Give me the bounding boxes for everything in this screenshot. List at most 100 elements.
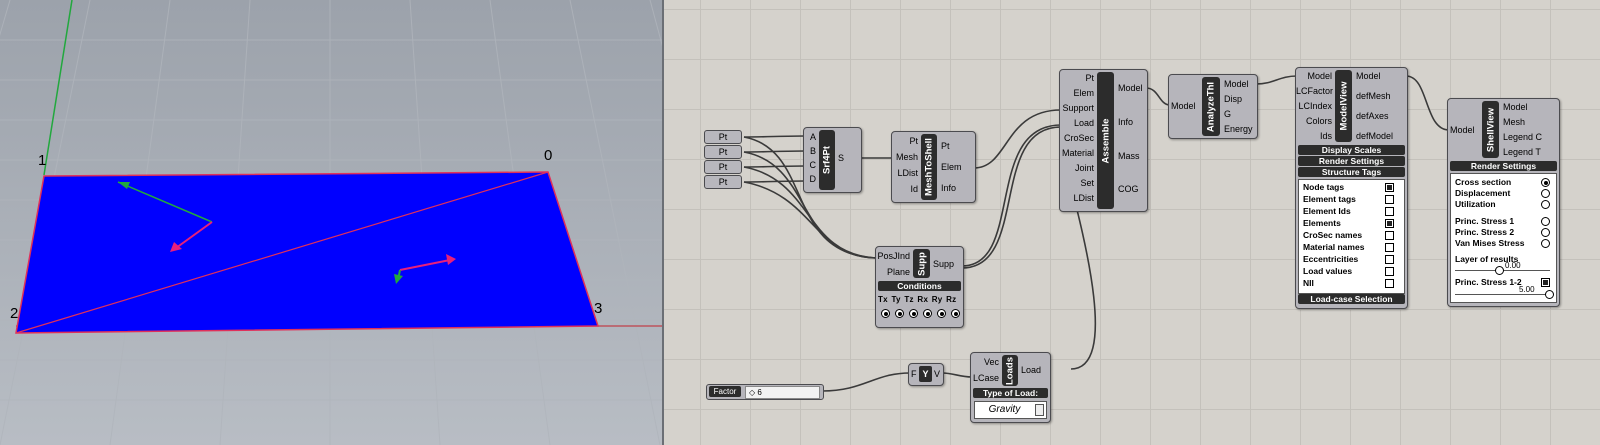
unit-y-name[interactable]: Y: [919, 366, 932, 382]
princ-slider-knob[interactable]: [1545, 290, 1554, 299]
assemble-input-elem[interactable]: Elem: [1060, 87, 1094, 99]
rhino-viewport[interactable]: 1 0 2 3: [0, 0, 664, 445]
modelview-output-defmesh[interactable]: defMesh: [1356, 90, 1391, 102]
mts-input-id[interactable]: Id: [892, 183, 918, 195]
shellview-output-mesh[interactable]: Mesh: [1503, 116, 1525, 128]
dof-ty-toggle[interactable]: [895, 309, 904, 318]
shellview-component[interactable]: Model ShellView Model Mesh Legend C Lege…: [1447, 98, 1560, 307]
mts-input-mesh[interactable]: Mesh: [892, 151, 918, 163]
assemble-output-cog[interactable]: COG: [1118, 183, 1139, 195]
crosec-names-checkbox[interactable]: [1385, 231, 1394, 240]
point-param-2[interactable]: Pt: [704, 145, 742, 159]
mts-output-elem[interactable]: Elem: [941, 161, 962, 173]
assemble-input-pt[interactable]: Pt: [1060, 72, 1094, 84]
shellview-input-model[interactable]: Model: [1450, 124, 1475, 136]
dof-tz-toggle[interactable]: [909, 309, 918, 318]
display-scales-bar[interactable]: Display Scales: [1298, 145, 1405, 155]
srf4pt-input-d[interactable]: D: [806, 173, 817, 185]
assemble-input-joint[interactable]: Joint: [1060, 162, 1094, 174]
modelview-input-colors[interactable]: Colors: [1296, 115, 1332, 127]
dof-ry-toggle[interactable]: [937, 309, 946, 318]
modelview-output-defmodel[interactable]: defModel: [1356, 130, 1393, 142]
srf4pt-output-s[interactable]: S: [838, 152, 844, 164]
shellview-output-model[interactable]: Model: [1503, 101, 1528, 113]
assemble-input-set[interactable]: Set: [1060, 177, 1094, 189]
point-param-3[interactable]: Pt: [704, 160, 742, 174]
loads-input-lcase[interactable]: LCase: [971, 372, 999, 384]
assemble-component[interactable]: Pt Elem Support Load CroSec Material Joi…: [1059, 69, 1148, 212]
princ-stress-2-radio[interactable]: [1541, 228, 1550, 237]
supp-input-plane[interactable]: Plane: [876, 266, 910, 278]
assemble-input-crosec[interactable]: CroSec: [1060, 132, 1094, 144]
assemble-input-load[interactable]: Load: [1060, 117, 1094, 129]
utilization-radio[interactable]: [1541, 200, 1550, 209]
loads-output[interactable]: Load: [1021, 364, 1041, 376]
analyze-output-g[interactable]: G: [1224, 108, 1231, 120]
van-mises-stress-radio[interactable]: [1541, 239, 1550, 248]
type-of-load-bar[interactable]: Type of Load:: [973, 388, 1048, 398]
modelview-input-lcindex[interactable]: LCIndex: [1296, 100, 1332, 112]
srf4pt-component[interactable]: A B C D Srf4Pt S: [803, 127, 862, 193]
supp-input-posjind[interactable]: PosJInd: [876, 250, 910, 262]
element-tags-checkbox[interactable]: [1385, 195, 1394, 204]
loads-name[interactable]: Loads: [1002, 355, 1018, 386]
dof-rz-toggle[interactable]: [951, 309, 960, 318]
assemble-output-mass[interactable]: Mass: [1118, 150, 1140, 162]
render-settings-bar[interactable]: Render Settings: [1298, 156, 1405, 166]
princ-slider-track[interactable]: [1455, 294, 1550, 295]
point-param-1[interactable]: Pt: [704, 130, 742, 144]
assemble-output-info[interactable]: Info: [1118, 116, 1133, 128]
modelview-component[interactable]: Model LCFactor LCIndex Colors Ids ModelV…: [1295, 67, 1408, 309]
cross-section-radio[interactable]: [1541, 178, 1550, 187]
layer-slider-knob[interactable]: [1495, 266, 1504, 275]
srf4pt-input-c[interactable]: C: [806, 159, 817, 171]
unit-y-output-v[interactable]: V: [934, 368, 940, 380]
conditions-bar[interactable]: Conditions: [878, 281, 961, 291]
loads-component[interactable]: Vec LCase Loads Load Type of Load: Gravi…: [970, 352, 1051, 423]
analyze-output-model[interactable]: Model: [1224, 78, 1249, 90]
modelview-output-model[interactable]: Model: [1356, 70, 1381, 82]
mts-output-info[interactable]: Info: [941, 182, 956, 194]
mts-output-pt[interactable]: Pt: [941, 140, 950, 152]
element-ids-checkbox[interactable]: [1385, 207, 1394, 216]
mesh-to-shell-component[interactable]: Pt Mesh LDist Id MeshToShell Pt Elem Inf…: [891, 131, 976, 203]
factor-slider-track[interactable]: ◇ 6: [745, 386, 820, 399]
shellview-render-settings-bar[interactable]: Render Settings: [1450, 161, 1557, 171]
eccentricities-checkbox[interactable]: [1385, 255, 1394, 264]
modelview-input-lcfactor[interactable]: LCFactor: [1296, 85, 1333, 97]
nii-checkbox[interactable]: [1385, 279, 1394, 288]
modelview-input-model[interactable]: Model: [1296, 70, 1332, 82]
shellview-output-legend-t[interactable]: Legend T: [1503, 146, 1541, 158]
loads-input-vec[interactable]: Vec: [971, 356, 999, 368]
assemble-output-model[interactable]: Model: [1118, 82, 1143, 94]
analyze-output-energy[interactable]: Energy: [1224, 123, 1253, 135]
point-param-4[interactable]: Pt: [704, 175, 742, 189]
mts-input-ldist[interactable]: LDist: [892, 167, 918, 179]
factor-slider[interactable]: Factor ◇ 6: [706, 384, 824, 400]
assemble-input-support[interactable]: Support: [1060, 102, 1094, 114]
srf4pt-input-b[interactable]: B: [806, 145, 816, 157]
analyze-name[interactable]: AnalyzeThI: [1202, 77, 1220, 136]
material-names-checkbox[interactable]: [1385, 243, 1394, 252]
node-tags-checkbox[interactable]: [1385, 183, 1394, 192]
assemble-input-material[interactable]: Material: [1060, 147, 1094, 159]
unit-y-component[interactable]: F Y V: [908, 363, 944, 386]
elements-checkbox[interactable]: [1385, 219, 1394, 228]
srf4pt-name[interactable]: Srf4Pt: [819, 130, 835, 190]
dof-rx-toggle[interactable]: [923, 309, 932, 318]
analyze-thi-component[interactable]: Model AnalyzeThI Model Disp G Energy: [1168, 74, 1258, 139]
supp-name[interactable]: Supp: [913, 249, 930, 278]
load-type-dropdown[interactable]: Gravity: [974, 401, 1047, 419]
shellview-output-legend-c[interactable]: Legend C: [1503, 131, 1542, 143]
load-case-selection-bar[interactable]: Load-case Selection: [1298, 294, 1405, 304]
princ-stress-12-checkbox[interactable]: [1541, 278, 1550, 287]
modelview-output-defaxes[interactable]: defAxes: [1356, 110, 1389, 122]
dropdown-toggle[interactable]: [1035, 404, 1044, 416]
grasshopper-canvas[interactable]: Pt Pt Pt Pt A B C D Srf4Pt S Pt Mesh LDi…: [664, 0, 1600, 445]
supp-output[interactable]: Supp: [933, 258, 954, 270]
dof-tx-toggle[interactable]: [881, 309, 890, 318]
structure-tags-bar[interactable]: Structure Tags: [1298, 167, 1405, 177]
mts-input-pt[interactable]: Pt: [892, 135, 918, 147]
mts-name[interactable]: MeshToShell: [921, 134, 937, 200]
displacement-radio[interactable]: [1541, 189, 1550, 198]
